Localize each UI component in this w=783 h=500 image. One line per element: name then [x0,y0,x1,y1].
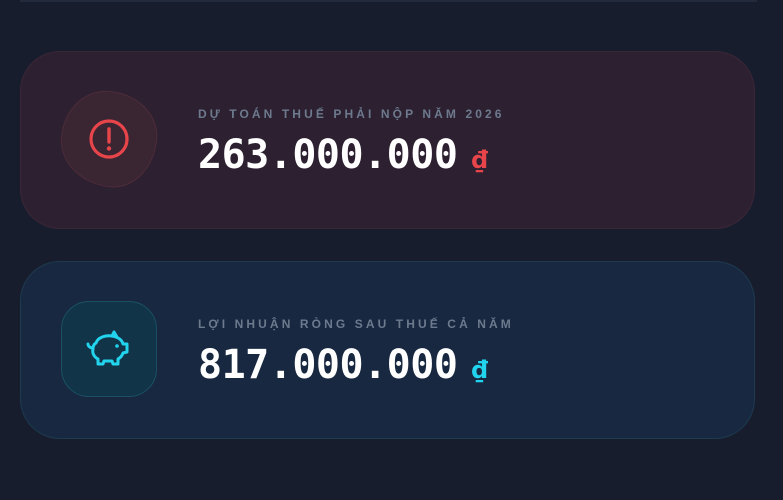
tax-icon-badge [57,87,161,191]
profit-amount-value: 817.000.000 [198,342,458,388]
profit-currency-symbol: ₫ [471,356,489,384]
piggy-bank-icon [86,330,129,366]
tax-estimate-card: DỰ TOÁN THUẾ PHẢI NỘP NĂM 2026 263.000.0… [20,51,755,229]
net-profit-label: LỢI NHUẬN RÒNG SAU THUẾ CẢ NĂM [198,317,514,331]
tax-estimate-label: DỰ TOÁN THUẾ PHẢI NỘP NĂM 2026 [198,107,505,121]
net-profit-card: LỢI NHUẬN RÒNG SAU THUẾ CẢ NĂM 817.000.0… [20,261,755,439]
top-divider [20,0,757,2]
tax-currency-symbol: ₫ [471,146,489,174]
profit-amount-row: 817.000.000 ₫ [198,342,488,388]
tax-amount-row: 263.000.000 ₫ [198,132,488,178]
tax-amount-value: 263.000.000 [198,132,458,178]
alert-circle-icon [89,119,129,159]
profit-icon-badge [61,301,157,397]
